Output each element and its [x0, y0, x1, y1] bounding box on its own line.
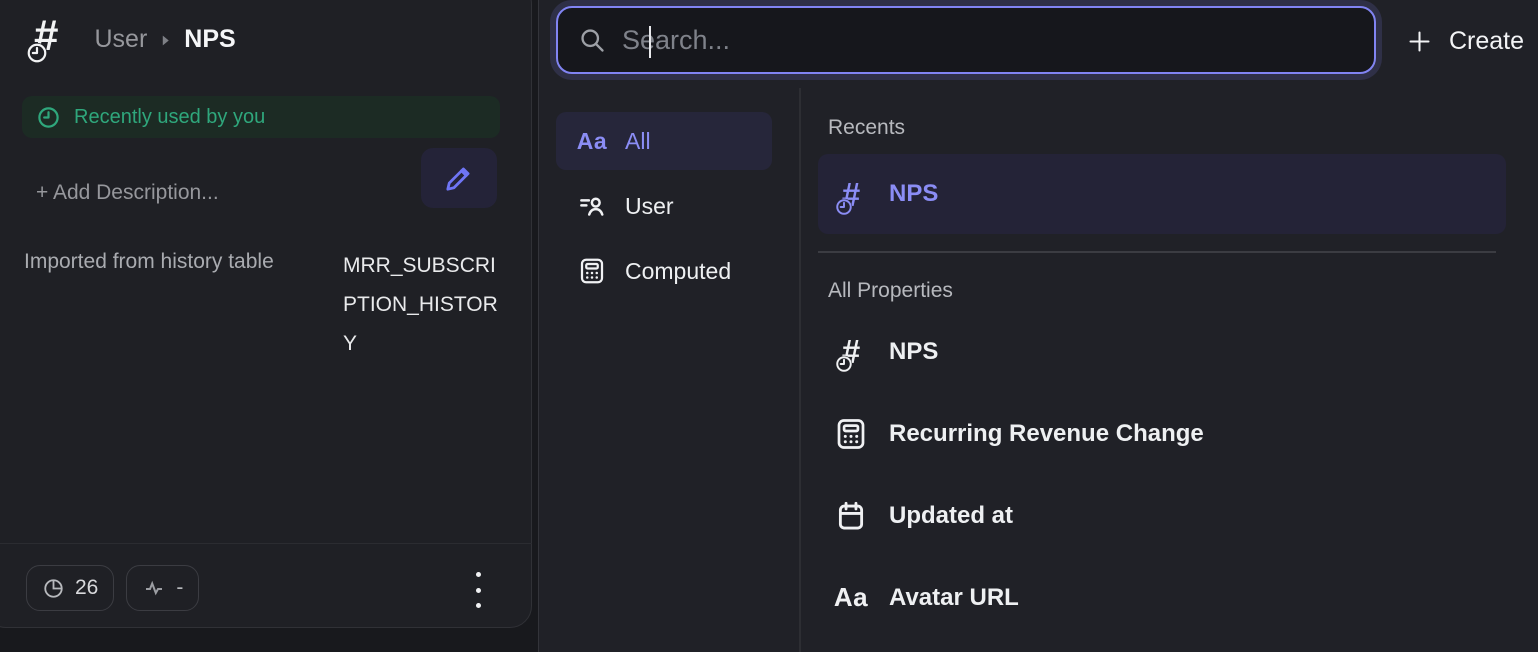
property-item-label: Avatar URL — [889, 584, 1019, 612]
property-item-label: Recurring Revenue Change — [889, 420, 1204, 448]
number-clock-icon: # — [34, 14, 58, 58]
recent-item-label: NPS — [889, 180, 938, 208]
user-list-icon — [576, 191, 608, 221]
create-button[interactable]: Create — [1406, 20, 1524, 62]
results-pane: Recents # NPS All Properties — [818, 112, 1506, 639]
property-header: # User NPS — [34, 14, 236, 58]
property-item-recurring-revenue-change[interactable]: Recurring Revenue Change — [818, 393, 1506, 475]
section-divider — [818, 251, 1496, 253]
imported-from-row: Imported from history table MRR_SUBSCRIP… — [24, 250, 508, 363]
recent-item-nps[interactable]: # NPS — [818, 154, 1506, 234]
breadcrumb-current: NPS — [184, 25, 235, 54]
recently-used-badge: Recently used by you — [22, 96, 500, 138]
category-user[interactable]: User — [556, 177, 772, 235]
footer-divider — [0, 543, 532, 544]
property-item-updated-at[interactable]: Updated at — [818, 475, 1506, 557]
modal-divider — [799, 88, 801, 652]
all-properties-heading: All Properties — [828, 279, 1506, 303]
calculator-icon — [576, 256, 608, 286]
recents-heading: Recents — [828, 116, 1506, 140]
pencil-icon — [443, 162, 475, 194]
clock-icon — [37, 106, 60, 129]
recently-used-label: Recently used by you — [74, 106, 265, 129]
plus-icon — [1406, 28, 1433, 55]
number-clock-icon: # — [842, 335, 860, 368]
activity-icon — [142, 576, 166, 600]
count-value: 26 — [75, 576, 98, 600]
trend-pill[interactable]: - — [126, 565, 199, 611]
category-label: All — [625, 128, 651, 155]
text-caret — [649, 26, 651, 58]
property-item-nps[interactable]: # NPS — [818, 311, 1506, 393]
imported-from-label: Imported from history table — [24, 250, 343, 363]
text-aa-icon: Aa — [576, 128, 608, 155]
more-options-button[interactable] — [468, 570, 488, 610]
calculator-icon — [832, 416, 870, 452]
add-description-button[interactable]: + Add Description... — [36, 181, 219, 205]
category-list: Aa All User — [556, 112, 772, 307]
imported-table-name: MRR_SUBSCRIPTION_HISTORY — [343, 246, 501, 363]
count-pill[interactable]: 26 — [26, 565, 114, 611]
search-icon — [578, 26, 606, 54]
category-label: User — [625, 193, 674, 220]
breadcrumb-parent[interactable]: User — [94, 25, 147, 54]
category-all[interactable]: Aa All — [556, 112, 772, 170]
number-clock-icon: # — [842, 178, 860, 211]
pie-chart-icon — [42, 577, 65, 600]
create-label: Create — [1449, 27, 1524, 56]
background-table-fragment — [0, 628, 538, 652]
edit-description-button[interactable] — [421, 148, 497, 208]
text-aa-icon: Aa — [832, 582, 870, 613]
category-computed[interactable]: Computed — [556, 242, 772, 300]
trend-value: - — [176, 576, 183, 600]
chevron-right-icon — [159, 34, 172, 47]
search-bar — [556, 6, 1376, 74]
calendar-icon — [832, 499, 870, 533]
search-input[interactable] — [622, 8, 1374, 72]
property-item-avatar-url[interactable]: Aa Avatar URL — [818, 557, 1506, 639]
category-label: Computed — [625, 258, 731, 285]
property-item-label: NPS — [889, 338, 938, 366]
breadcrumb: User NPS — [94, 25, 235, 54]
property-item-label: Updated at — [889, 502, 1013, 530]
